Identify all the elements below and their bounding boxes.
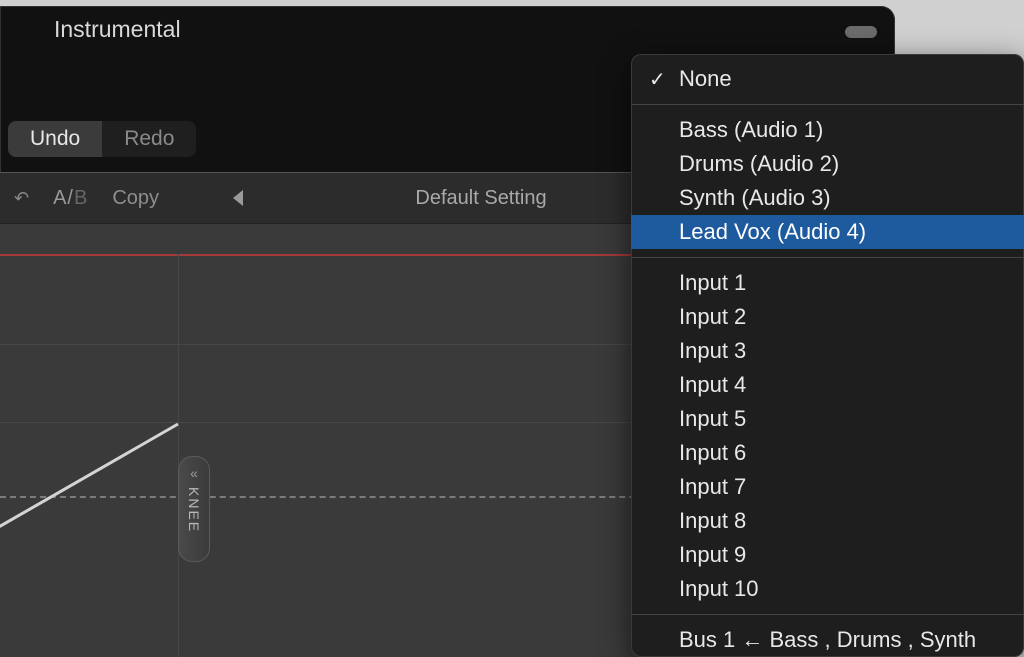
menu-separator [631, 257, 1024, 258]
knee-label: KNEE [186, 487, 202, 533]
menu-item[interactable]: Input 9 [631, 538, 1024, 572]
menu-item[interactable]: Input 6 [631, 436, 1024, 470]
menu-item[interactable]: Input 1 [631, 266, 1024, 300]
menu-separator [631, 614, 1024, 615]
menu-item-label: Input 3 [679, 338, 746, 364]
menu-item[interactable]: ✓ None [631, 62, 1024, 96]
check-icon: ✓ [649, 67, 666, 92]
menu-item[interactable]: Drums (Audio 2) [631, 147, 1024, 181]
menu-item[interactable]: Bus 1 ← Bass , Drums , Synth [631, 623, 1024, 657]
menu-item[interactable]: Synth (Audio 3) [631, 181, 1024, 215]
menu-item[interactable]: Input 5 [631, 402, 1024, 436]
redo-button[interactable]: Redo [102, 121, 196, 157]
menu-item[interactable]: Lead Vox (Audio 4) [631, 215, 1024, 249]
menu-item-label: Input 2 [679, 304, 746, 330]
menu-item-label: Input 5 [679, 406, 746, 432]
menu-item[interactable]: Input 8 [631, 504, 1024, 538]
preset-prev-icon[interactable] [233, 190, 243, 206]
menu-item-label: Bass (Audio 1) [679, 117, 823, 143]
menu-item-label: Input 9 [679, 542, 746, 568]
menu-item[interactable]: Input 10 [631, 572, 1024, 606]
copy-button[interactable]: Copy [112, 187, 159, 210]
menu-item[interactable]: Input 2 [631, 300, 1024, 334]
menu-item[interactable]: Bass (Audio 1) [631, 113, 1024, 147]
plugin-title: Instrumental [54, 16, 181, 43]
undo-button[interactable]: Undo [8, 121, 102, 157]
menu-item-label: Lead Vox (Audio 4) [679, 219, 866, 245]
ab-compare[interactable]: A/B [53, 187, 88, 210]
undo-redo-segment: Undo Redo [8, 121, 196, 157]
menu-item-label: Input 10 [679, 576, 759, 602]
menu-item-label: Input 7 [679, 474, 746, 500]
plugin-titlebar: Instrumental [0, 6, 895, 52]
menu-item[interactable]: Input 4 [631, 368, 1024, 402]
menu-item[interactable]: Input 7 [631, 470, 1024, 504]
menu-item-label: Drums (Audio 2) [679, 151, 839, 177]
menu-item-label: Input 1 [679, 270, 746, 296]
menu-item-label: Input 6 [679, 440, 746, 466]
menu-item-label: Input 4 [679, 372, 746, 398]
menu-item-label: Input 8 [679, 508, 746, 534]
knee-handle[interactable]: « KNEE [178, 456, 210, 562]
menu-item-label: Bus 1 ← Bass , Drums , Synth [679, 627, 976, 653]
side-chain-menu[interactable]: ✓ None Bass (Audio 1) Drums (Audio 2) Synth … [631, 54, 1024, 657]
chevron-left-double-icon: « [190, 465, 198, 481]
grid-line [178, 254, 179, 657]
menu-separator [631, 104, 1024, 105]
undo-arrow-icon[interactable]: ↶ [14, 188, 29, 209]
menu-item-label: None [679, 66, 732, 92]
transfer-curve [0, 224, 190, 657]
bypass-toggle[interactable] [845, 26, 877, 38]
menu-item-label: Synth (Audio 3) [679, 185, 831, 211]
menu-item[interactable]: Input 3 [631, 334, 1024, 368]
